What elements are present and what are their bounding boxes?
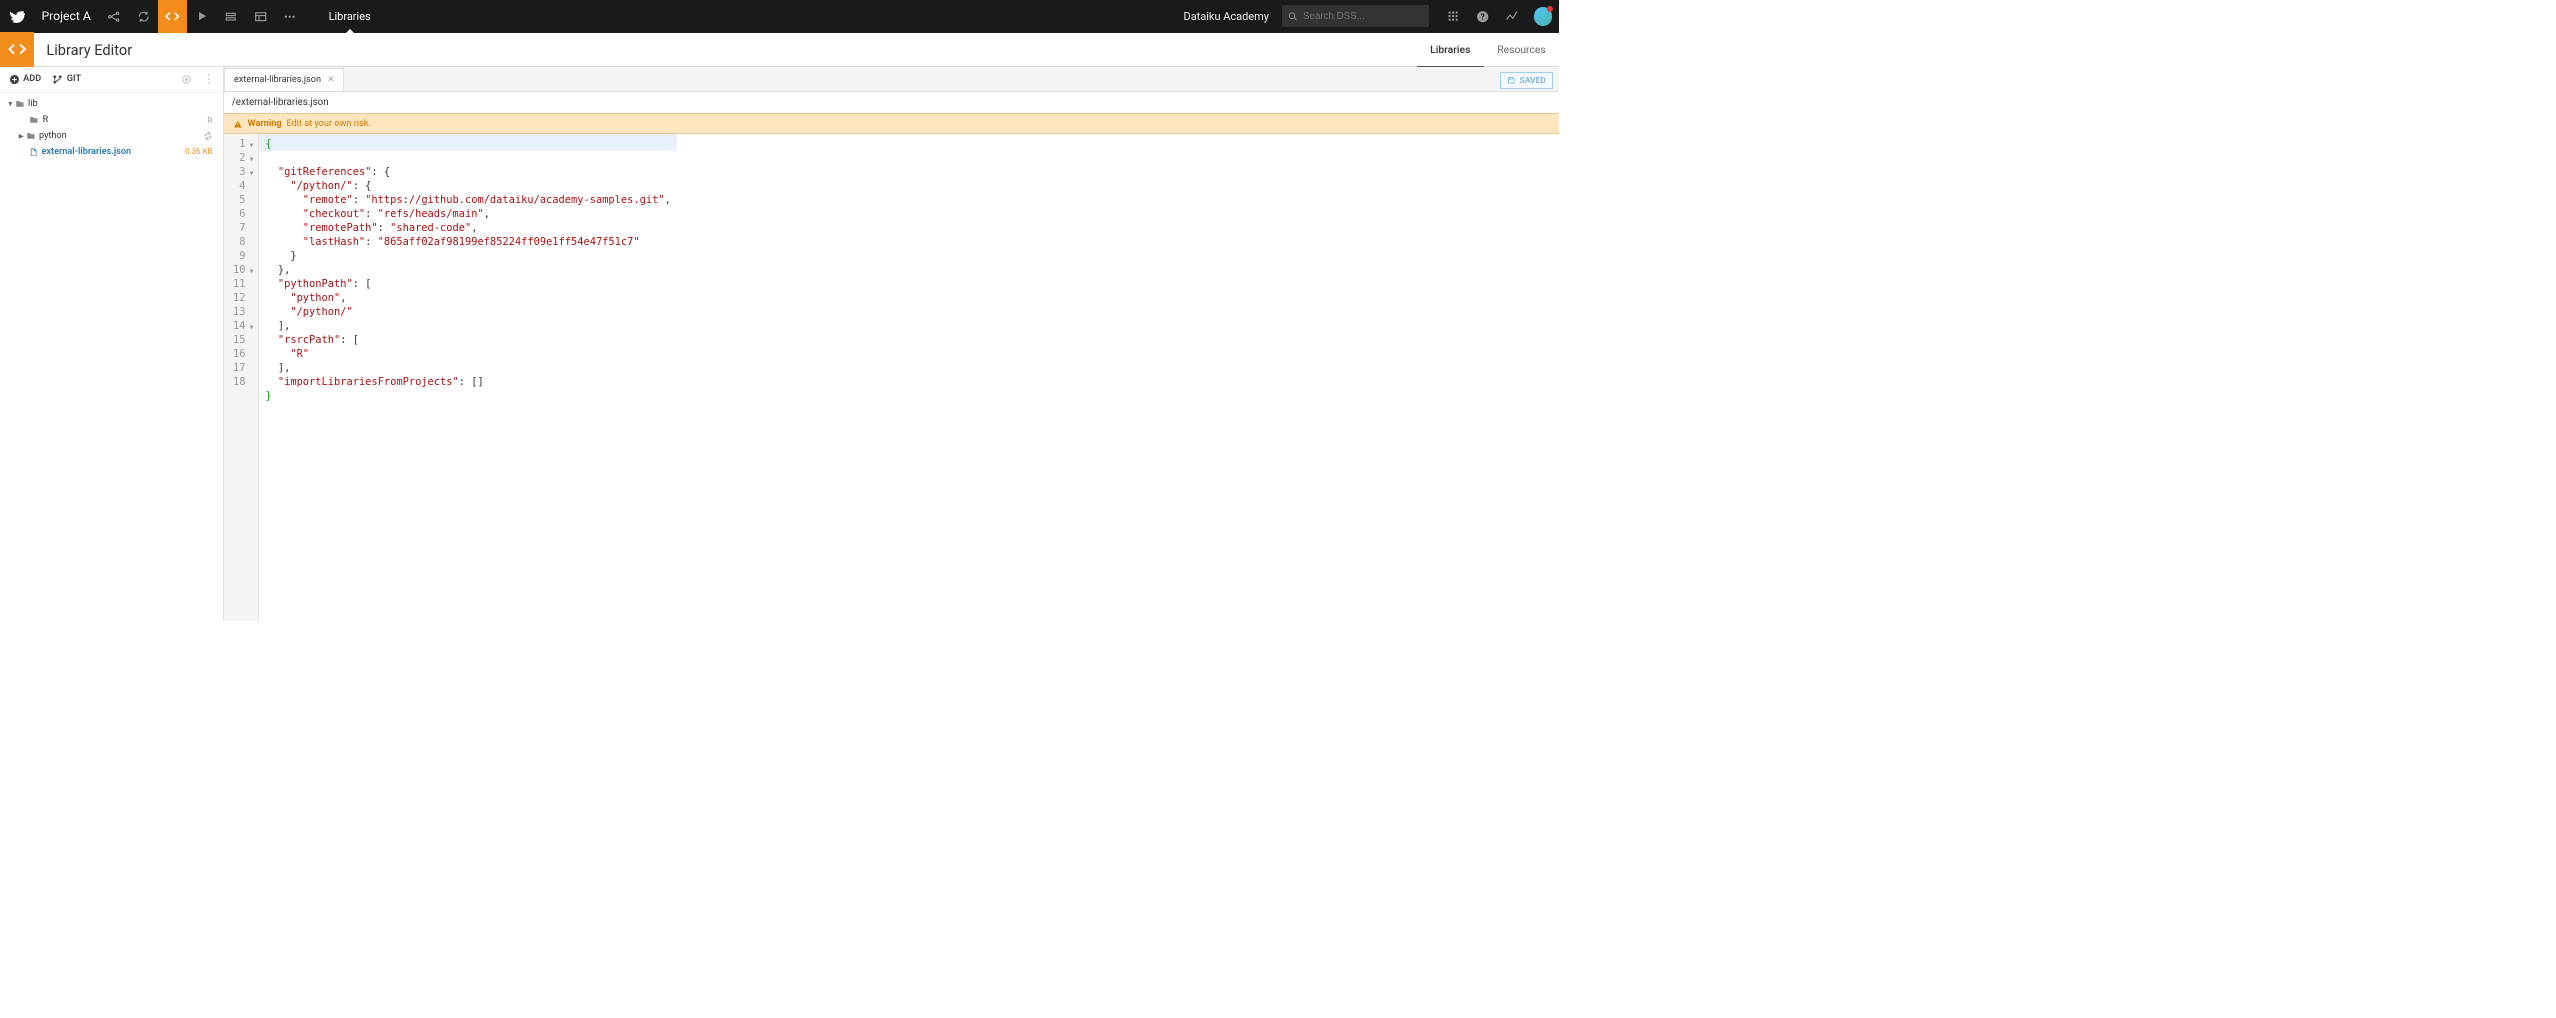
circle-arrows-icon[interactable]: [129, 0, 158, 33]
warning-bar: Warning Edit at your own risk.: [224, 113, 1559, 134]
dataiku-bird-logo[interactable]: [0, 0, 33, 33]
svg-text:?: ?: [1480, 12, 1484, 21]
folder-icon: [26, 131, 36, 141]
tree-folder-r[interactable]: R R: [6, 112, 217, 128]
main-area: ADD GIT ⋮ ▼ lib: [0, 67, 1559, 621]
search-input[interactable]: [1303, 11, 1423, 22]
editor-tab-label: external-libraries.json: [234, 75, 321, 85]
play-icon[interactable]: [187, 0, 216, 33]
activity-icon[interactable]: [1497, 0, 1526, 33]
tree-folder-python[interactable]: ▶ python: [6, 128, 217, 144]
tree-label-python: python: [39, 131, 67, 141]
tree-label-r: R: [43, 115, 49, 125]
git-branch-icon: [52, 74, 63, 85]
close-tab-icon[interactable]: ✕: [327, 75, 335, 85]
stack-icon[interactable]: [216, 0, 245, 33]
user-avatar[interactable]: [1534, 7, 1552, 25]
folder-icon: [15, 99, 25, 109]
tree-label-lib: lib: [28, 99, 38, 109]
code-editor[interactable]: 1▼ 2▼ 3▼ 4 5 6 7 8 9 10▼ 11 12 13 14▼ 15…: [224, 134, 1559, 621]
file-size: 0.36 KB: [185, 147, 217, 156]
add-button[interactable]: ADD: [9, 74, 42, 85]
file-icon: [29, 148, 38, 157]
page-title: Library Editor: [34, 41, 144, 59]
editor-path: /external-libraries.json: [224, 91, 1559, 113]
saved-label: SAVED: [1519, 76, 1545, 86]
editor-area: external-libraries.json ✕ SAVED /externa…: [224, 67, 1559, 621]
panel-icon[interactable]: [246, 0, 275, 33]
locate-icon[interactable]: [181, 74, 192, 85]
project-name[interactable]: Project A: [33, 9, 99, 23]
editor-tabs: external-libraries.json ✕ SAVED: [224, 67, 1559, 91]
add-button-label: ADD: [23, 74, 41, 84]
plus-circle-icon: [9, 74, 20, 85]
folder-icon: [29, 115, 39, 125]
nav-tab-libraries[interactable]: Libraries: [316, 0, 382, 33]
warning-icon: [233, 119, 243, 129]
library-editor-icon: [0, 32, 34, 66]
file-tree-sidebar: ADD GIT ⋮ ▼ lib: [0, 67, 224, 621]
code-icon[interactable]: [158, 0, 187, 33]
saved-badge: SAVED: [1500, 72, 1553, 89]
save-icon: [1507, 76, 1516, 85]
tree-folder-lib[interactable]: ▼ lib: [6, 96, 217, 112]
tab-libraries[interactable]: Libraries: [1417, 32, 1484, 66]
code-content[interactable]: { "gitReferences": { "/python/": { "remo…: [259, 134, 677, 621]
editor-tab-active[interactable]: external-libraries.json ✕: [224, 68, 344, 91]
file-tree: ▼ lib R R ▶ python: [0, 93, 223, 164]
git-button-label: GIT: [67, 74, 81, 84]
help-icon[interactable]: ?: [1468, 0, 1497, 33]
flow-icon[interactable]: [99, 0, 128, 33]
sidebar-more-icon[interactable]: ⋮: [203, 72, 215, 86]
line-gutter: 1▼ 2▼ 3▼ 4 5 6 7 8 9 10▼ 11 12 13 14▼ 15…: [224, 134, 259, 621]
more-icon[interactable]: [275, 0, 304, 33]
r-lang-icon: R: [207, 116, 217, 125]
nav-academy-link[interactable]: Dataiku Academy: [1170, 10, 1282, 23]
sidebar-toolbar: ADD GIT ⋮: [0, 67, 223, 93]
tree-file-external-libraries[interactable]: external-libraries.json 0.36 KB: [6, 144, 217, 160]
tab-resources[interactable]: Resources: [1484, 32, 1559, 66]
top-nav: Project A Libraries Dataiku Academy ?: [0, 0, 1559, 33]
second-bar: Library Editor Libraries Resources: [0, 33, 1559, 67]
warning-label: Warning: [248, 119, 282, 129]
tree-label-file: external-libraries.json: [41, 147, 131, 157]
python-lang-icon: [203, 131, 218, 141]
search-box[interactable]: [1282, 5, 1428, 27]
warning-text: Edit at your own risk.: [286, 119, 370, 129]
git-button[interactable]: GIT: [52, 74, 81, 85]
search-icon: [1288, 11, 1298, 22]
apps-grid-icon[interactable]: [1438, 0, 1467, 33]
